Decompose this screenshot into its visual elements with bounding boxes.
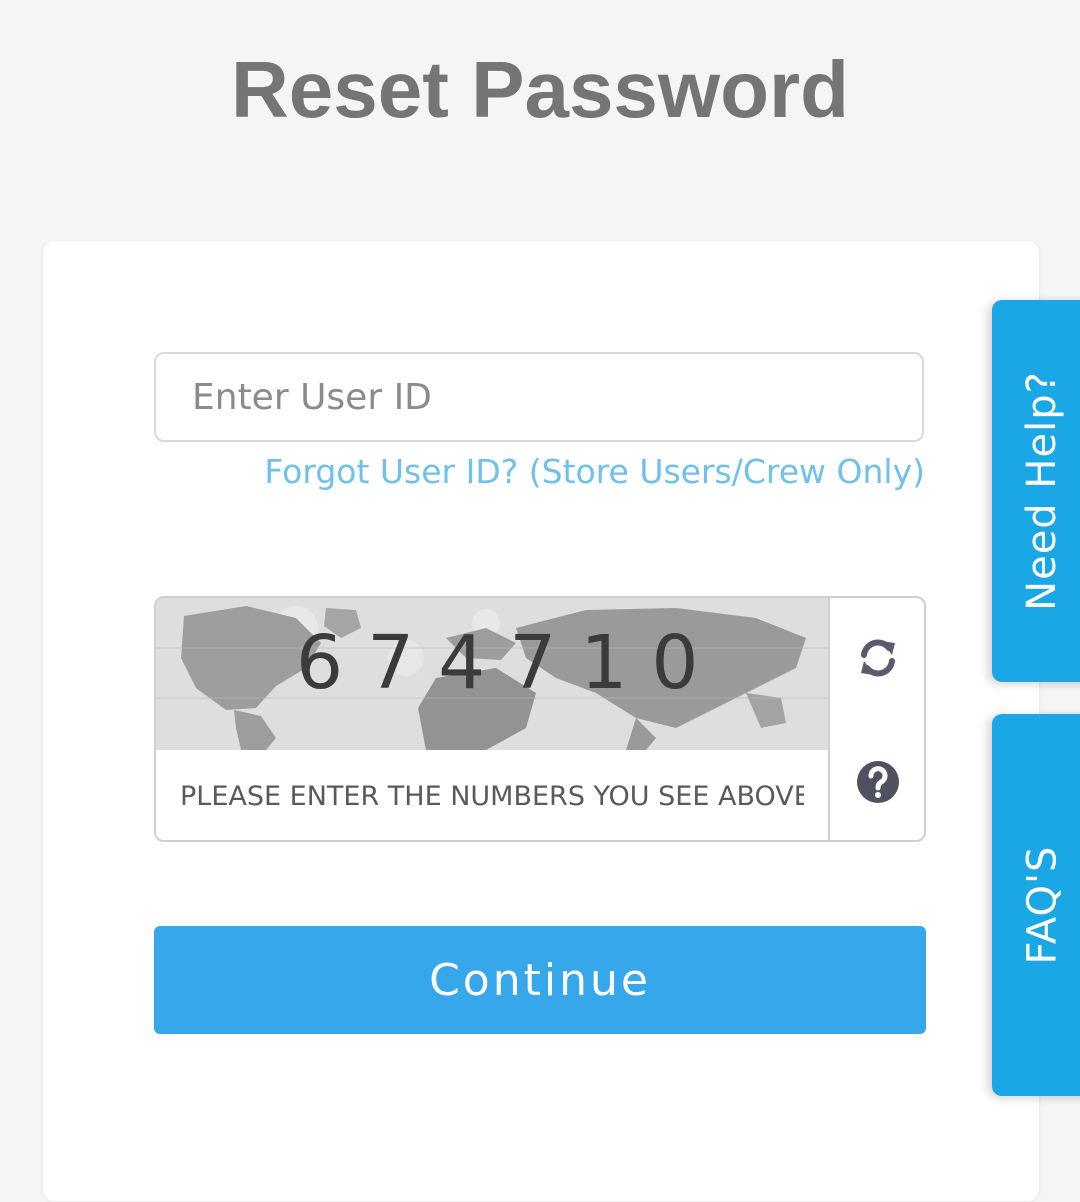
- refresh-icon[interactable]: [848, 628, 908, 688]
- page-title: Reset Password: [230, 45, 850, 134]
- continue-button[interactable]: Continue: [154, 926, 926, 1034]
- captcha-box: 674710: [154, 596, 926, 842]
- captcha-code-text: 674710: [296, 620, 723, 706]
- need-help-label: Need Help?: [1019, 371, 1066, 611]
- forgot-user-id-link[interactable]: Forgot User ID? (Store Users/Crew Only): [264, 452, 925, 491]
- captcha-image: 674710: [156, 598, 830, 750]
- captcha-input[interactable]: [156, 750, 828, 840]
- user-id-field[interactable]: [154, 352, 924, 442]
- faqs-tab[interactable]: FAQ'S: [992, 714, 1080, 1096]
- faqs-label: FAQ'S: [1019, 845, 1065, 965]
- captcha-divider: [828, 598, 830, 840]
- need-help-tab[interactable]: Need Help?: [992, 300, 1080, 682]
- question-circle-icon[interactable]: [848, 752, 908, 812]
